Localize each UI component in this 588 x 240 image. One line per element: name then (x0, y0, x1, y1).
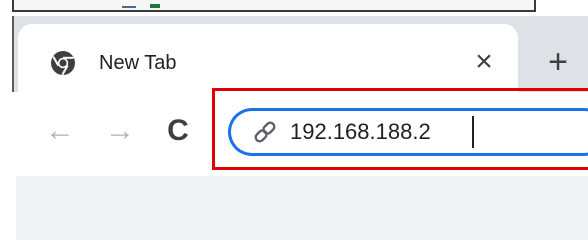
tab-title: New Tab (99, 52, 177, 74)
new-tab-button[interactable]: + (540, 45, 576, 80)
tab-close-icon[interactable]: × (470, 47, 498, 77)
previous-window-fragment (122, 6, 136, 8)
annotation-highlight-box (212, 88, 588, 170)
previous-window-frame (12, 0, 536, 12)
chrome-icon (51, 51, 75, 76)
previous-window-fragment (150, 4, 160, 8)
page-content-area (16, 176, 588, 240)
previous-window-strip (0, 0, 588, 16)
reload-icon[interactable]: C (160, 114, 196, 150)
forward-arrow-icon[interactable]: → (102, 114, 138, 150)
back-arrow-icon[interactable]: ← (42, 114, 78, 150)
tab-new-tab[interactable] (18, 24, 518, 92)
